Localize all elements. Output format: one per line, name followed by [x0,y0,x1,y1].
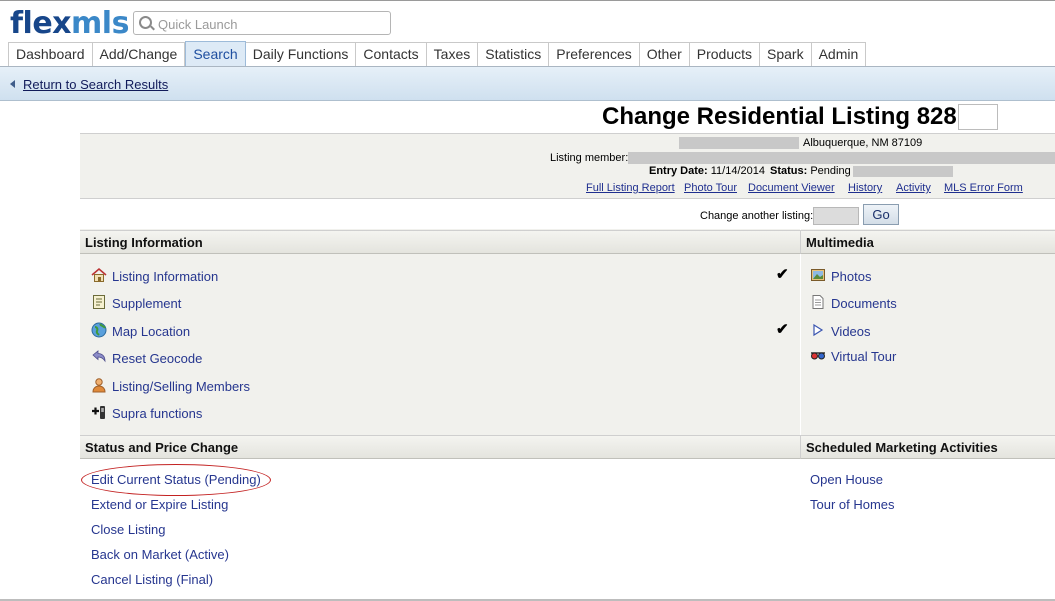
extend-or-expire-link[interactable]: Extend or Expire Listing [91,497,228,512]
3d-glasses-icon [811,352,825,360]
house-icon [91,267,107,282]
tab-taxes[interactable]: Taxes [426,42,479,66]
person-icon [92,378,106,393]
history-link[interactable]: History [848,182,882,194]
tab-dashboard[interactable]: Dashboard [8,42,93,66]
supra-key-icon [92,406,105,419]
tab-add-change[interactable]: Add/Change [92,42,186,66]
logo-flex-text: flex [10,6,72,41]
photo-icon [811,269,825,281]
supplement-label: Supplement [112,296,182,311]
close-listing-link[interactable]: Close Listing [91,522,165,537]
tab-search[interactable]: Search [185,41,246,67]
redacted-street [679,137,799,149]
tab-admin[interactable]: Admin [811,42,867,66]
map-location-checkmark: ✔ [776,321,789,338]
page-title: Change Residential Listing 828 [602,103,957,130]
change-another-listing: Change another listing: Go [80,200,1055,229]
play-icon [813,323,824,337]
activity-link[interactable]: Activity [896,182,931,194]
globe-icon [91,322,107,338]
tour-of-homes-link[interactable]: Tour of Homes [810,497,895,512]
back-on-market-link[interactable]: Back on Market (Active) [91,547,229,562]
redacted-listing-number [958,104,998,130]
photo-tour-link[interactable]: Photo Tour [684,182,737,194]
tab-other[interactable]: Other [639,42,690,66]
return-to-search-results-link[interactable]: Return to Search Results [23,77,168,92]
status: Status: Pending [770,165,851,177]
full-listing-report-link[interactable]: Full Listing Report [586,182,675,194]
flexmls-logo[interactable]: flexmls [10,7,129,41]
reset-geocode-label: Reset Geocode [112,351,203,366]
supra-functions-label: Supra functions [112,406,203,421]
logo-mls-text: mls [71,6,129,41]
change-another-input[interactable] [813,207,859,225]
tab-preferences[interactable]: Preferences [549,42,640,66]
listing-address: Albuquerque, NM 87109 [803,137,923,149]
listing-summary: Albuquerque, NM 87109 Listing member: En… [80,133,1055,199]
documents-label: Documents [831,296,897,311]
tab-daily-functions[interactable]: Daily Functions [245,42,357,66]
main-nav: Dashboard Add/Change Search Daily Functi… [8,41,867,67]
status-price-heading: Status and Price Change [80,435,800,459]
document-icon [812,295,824,309]
listing-information-label: Listing Information [112,269,219,284]
listing-selling-members-label: Listing/Selling Members [112,379,251,394]
reset-arrow-icon [92,350,106,363]
open-house-link[interactable]: Open House [810,472,883,487]
photos-label: Photos [831,269,872,284]
tab-statistics[interactable]: Statistics [478,42,550,66]
marketing-heading: Scheduled Marketing Activities [800,435,1055,459]
document-viewer-link[interactable]: Document Viewer [748,182,835,194]
virtual-tour-label: Virtual Tour [831,349,897,364]
redacted-member [628,152,1055,164]
tab-spark[interactable]: Spark [760,42,812,66]
go-button[interactable]: Go [863,204,899,225]
note-icon [93,295,105,309]
listing-information-heading: Listing Information [80,230,800,254]
status-label: Status: [770,165,808,177]
tab-products[interactable]: Products [689,42,760,66]
cancel-listing-link[interactable]: Cancel Listing (Final) [91,572,213,587]
listing-member-label: Listing member: [550,152,629,164]
entry-date-label: Entry Date: [649,165,708,177]
quick-launch-input[interactable] [156,14,385,34]
listing-information-checkmark: ✔ [776,266,789,283]
mls-error-form-link[interactable]: MLS Error Form [944,182,1023,194]
entry-date-value: 11/14/2014 [710,165,765,177]
highlight-circle [81,464,271,496]
change-another-label: Change another listing: [700,210,814,222]
search-icon [139,16,152,29]
status-value: Pending [810,165,851,177]
breadcrumb-bar: Return to Search Results [0,67,1055,101]
videos-label: Videos [831,324,871,339]
redacted-status-info [853,166,953,177]
map-location-label: Map Location [112,324,191,339]
entry-date: Entry Date: 11/14/2014 [649,165,765,177]
back-arrow-icon [10,80,15,88]
multimedia-heading: Multimedia [800,230,1055,254]
quick-launch-box[interactable] [133,11,391,35]
tab-contacts[interactable]: Contacts [356,42,427,66]
